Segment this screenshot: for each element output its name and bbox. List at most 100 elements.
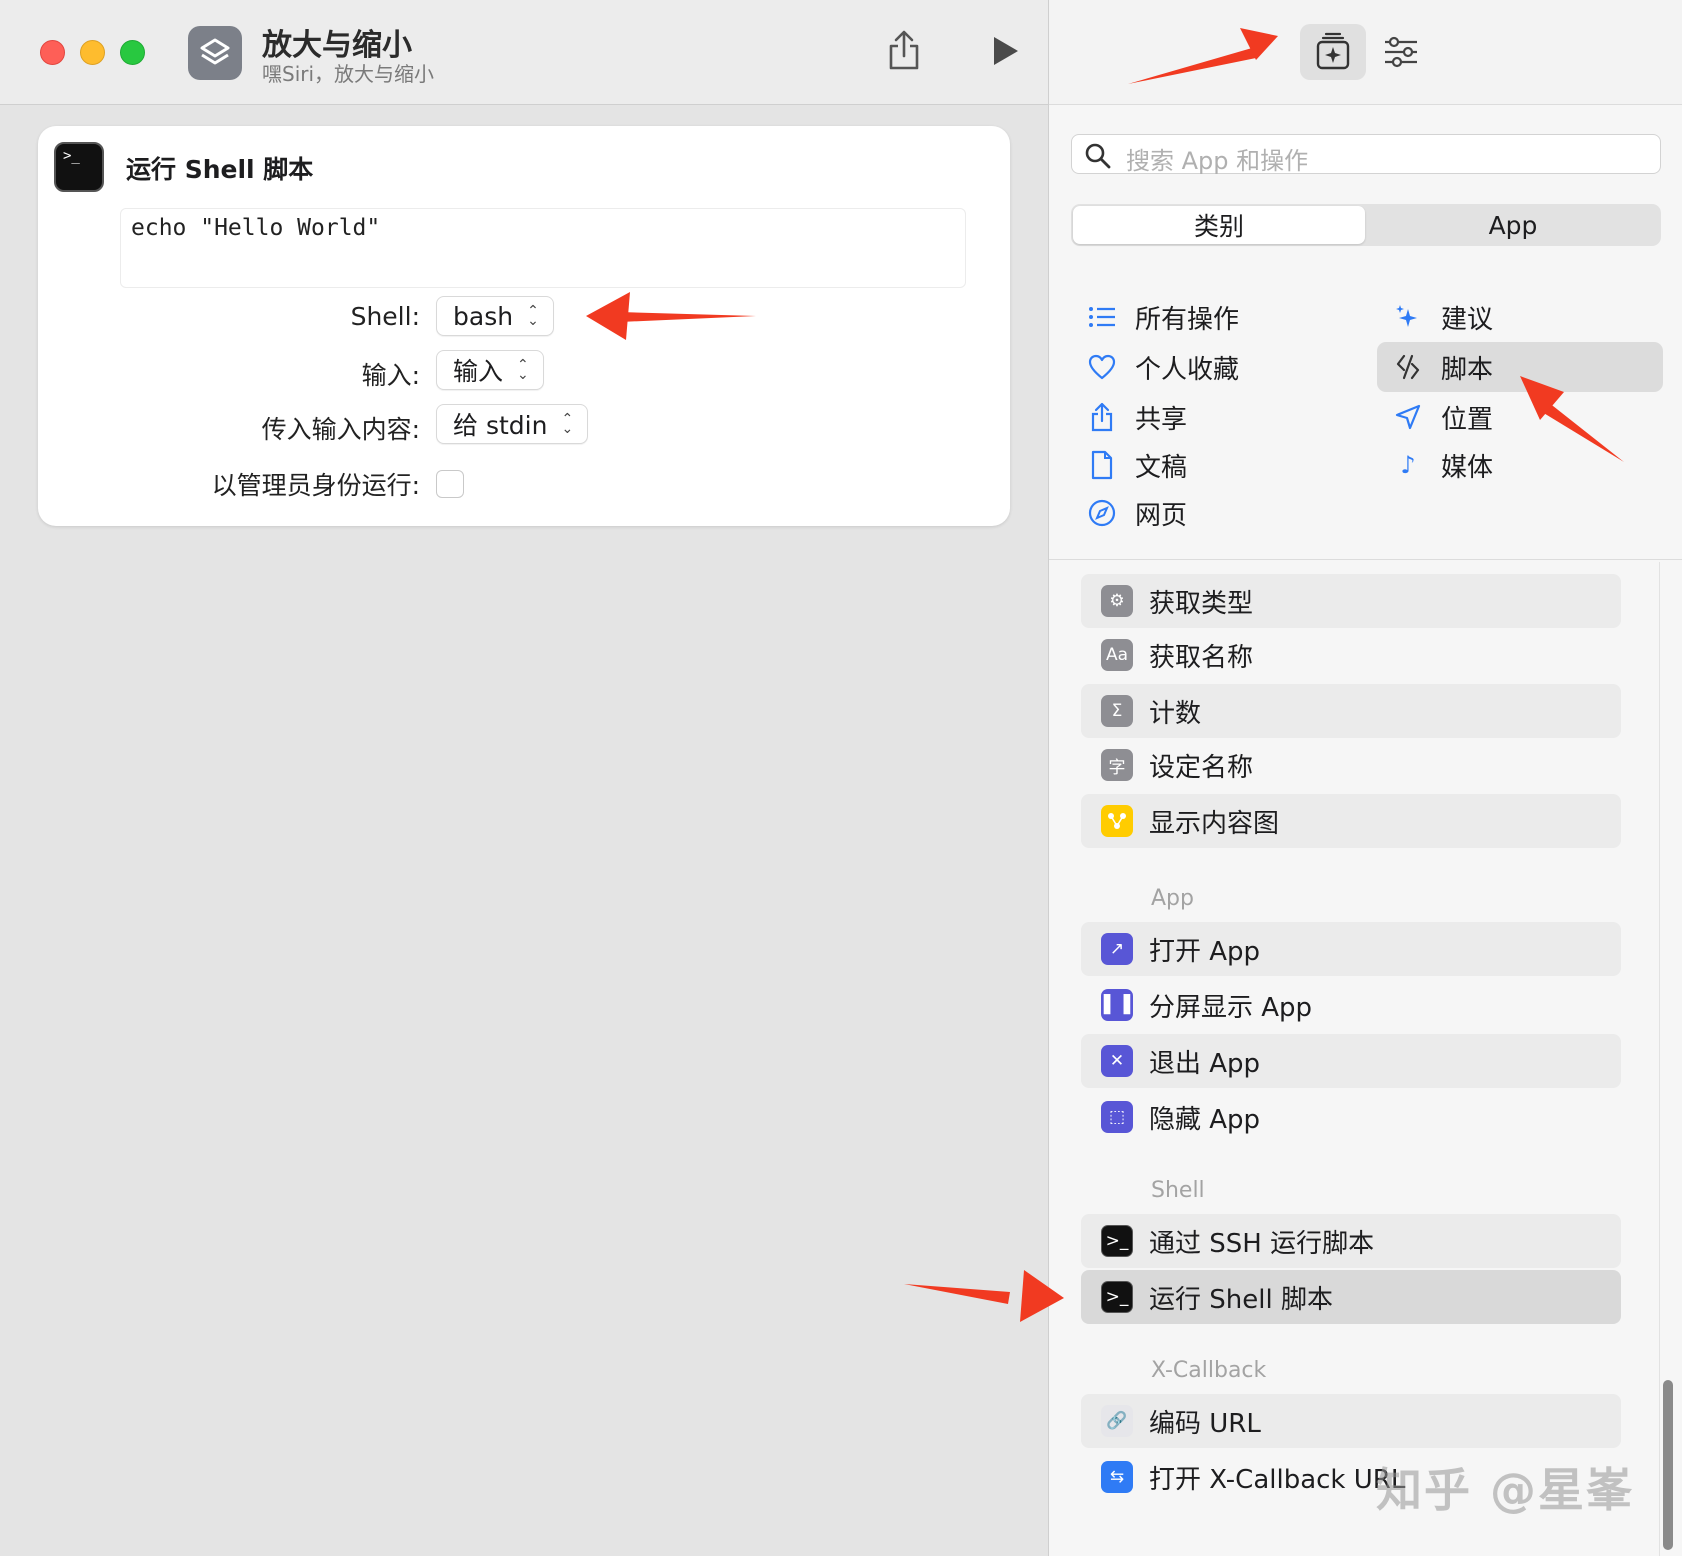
action-label: 打开 App	[1149, 936, 1261, 967]
category-label: 所有操作	[1135, 304, 1240, 335]
action-show-content-graph[interactable]: 显示内容图	[1081, 794, 1621, 848]
sigma-icon: Σ	[1101, 695, 1133, 727]
share-button[interactable]	[886, 28, 922, 72]
category-label: 个人收藏	[1135, 354, 1240, 385]
action-label: 通过 SSH 运行脚本	[1149, 1228, 1375, 1259]
input-popup[interactable]: 输入 ⌃ ⌄	[436, 350, 544, 390]
action-label: 设定名称	[1149, 752, 1254, 783]
action-label: 隐藏 App	[1149, 1104, 1261, 1135]
minimize-window-button[interactable]	[80, 40, 105, 65]
library-segmented-control: 类别 App	[1071, 204, 1661, 246]
action-open-app[interactable]: ↗ 打开 App	[1081, 922, 1621, 976]
category-location[interactable]: 位置	[1391, 392, 1643, 442]
share-icon	[1085, 400, 1119, 434]
input-label: 输入:	[361, 361, 420, 390]
script-icon	[1391, 350, 1425, 384]
section-header-shell: Shell	[1151, 1178, 1205, 1203]
run-button[interactable]	[988, 34, 1022, 68]
action-label: 获取名称	[1149, 642, 1254, 673]
action-set-name[interactable]: 字 设定名称	[1081, 738, 1621, 792]
action-library-button[interactable]	[1300, 24, 1366, 80]
pass-input-value: 给 stdin	[453, 411, 548, 440]
action-hide-app[interactable]: ⬚ 隐藏 App	[1081, 1090, 1621, 1144]
action-quit-app[interactable]: ✕ 退出 App	[1081, 1034, 1621, 1088]
shell-value: bash	[453, 301, 514, 331]
document-icon	[1085, 448, 1119, 482]
scrollbar-thumb[interactable]	[1663, 1380, 1673, 1550]
category-grid: 所有操作 个人收藏 共享 文稿 网页 建议 脚本 位置 ♪ 媒体	[1049, 270, 1682, 560]
details-button[interactable]	[1379, 30, 1423, 74]
list-icon	[1085, 300, 1119, 334]
pass-input-popup[interactable]: 给 stdin ⌃ ⌄	[436, 404, 589, 444]
chevron-updown-icon: ⌃ ⌄	[527, 303, 539, 329]
open-app-icon: ↗	[1101, 933, 1133, 965]
title-bar: 放大与缩小 嘿Siri，放大与缩小	[0, 0, 1048, 105]
chevron-updown-icon: ⌃ ⌄	[561, 411, 574, 437]
run-as-admin-label: 以管理员身份运行:	[211, 471, 420, 500]
category-documents[interactable]: 文稿	[1085, 440, 1345, 490]
share-icon	[889, 30, 919, 70]
shell-label: Shell:	[350, 302, 420, 331]
x-callback-icon: ⇆	[1101, 1461, 1133, 1493]
category-all-actions[interactable]: 所有操作	[1085, 292, 1345, 342]
action-get-type[interactable]: ⚙ 获取类型	[1081, 574, 1621, 628]
action-encode-url[interactable]: 🔗 编码 URL	[1081, 1394, 1621, 1448]
shortcuts-app-icon[interactable]	[188, 26, 242, 80]
scroll-track	[1659, 562, 1660, 1556]
run-as-admin-checkbox[interactable]	[436, 470, 464, 498]
split-screen-icon: ▌▐	[1101, 989, 1133, 1021]
chevron-updown-icon: ⌃ ⌄	[517, 357, 529, 383]
input-value: 输入	[453, 357, 504, 386]
library-sparkle-icon	[1316, 32, 1350, 70]
text-aa-icon: Aa	[1101, 639, 1133, 671]
action-label: 退出 App	[1149, 1048, 1261, 1079]
action-label: 显示内容图	[1149, 808, 1280, 839]
action-run-script-over-ssh[interactable]: >_ 通过 SSH 运行脚本	[1081, 1214, 1621, 1268]
shell-popup[interactable]: bash ⌃ ⌄	[436, 296, 554, 336]
section-header-app: App	[1151, 886, 1194, 911]
terminal-icon: >_	[1101, 1225, 1133, 1257]
category-scripting[interactable]: 脚本	[1377, 342, 1663, 392]
play-icon	[994, 37, 1018, 65]
category-suggestions[interactable]: 建议	[1391, 292, 1643, 342]
link-icon: 🔗	[1101, 1405, 1133, 1437]
action-get-name[interactable]: Aa 获取名称	[1081, 628, 1621, 682]
terminal-icon: >_	[54, 142, 104, 192]
action-split-screen-app[interactable]: ▌▐ 分屏显示 App	[1081, 978, 1621, 1032]
run-shell-script-action[interactable]: >_ 运行 Shell 脚本 echo "Hello World" Shell:…	[38, 126, 1010, 526]
category-label: 位置	[1441, 404, 1494, 435]
heart-icon	[1085, 350, 1119, 384]
action-label: 计数	[1149, 698, 1202, 729]
search-placeholder: 搜索 App 和操作	[1126, 147, 1309, 175]
category-favorites[interactable]: 个人收藏	[1085, 342, 1345, 392]
action-label: 打开 X-Callback URL	[1149, 1464, 1406, 1495]
action-title: 运行 Shell 脚本	[126, 155, 314, 184]
segment-apps[interactable]: App	[1367, 206, 1659, 244]
close-window-button[interactable]	[40, 40, 65, 65]
sparkles-icon	[1391, 300, 1425, 334]
watermark: 知乎 @星峯	[1376, 1463, 1635, 1517]
action-label: 编码 URL	[1149, 1408, 1261, 1439]
gear-icon: ⚙	[1101, 585, 1133, 617]
action-label: 分屏显示 App	[1149, 992, 1313, 1023]
search-field[interactable]: 搜索 App 和操作	[1071, 134, 1661, 175]
hide-app-icon: ⬚	[1101, 1101, 1133, 1133]
action-count[interactable]: Σ 计数	[1081, 684, 1621, 738]
graph-icon	[1101, 805, 1133, 837]
category-media[interactable]: ♪ 媒体	[1391, 440, 1643, 490]
action-run-shell-script[interactable]: >_ 运行 Shell 脚本	[1081, 1270, 1621, 1324]
location-icon	[1391, 400, 1425, 434]
script-editor[interactable]: echo "Hello World"	[120, 208, 966, 288]
action-list: ⚙ 获取类型 Aa 获取名称 Σ 计数 字 设定名称 显示内容图 App ↗ 打…	[1049, 562, 1682, 1556]
category-web[interactable]: 网页	[1085, 488, 1345, 538]
category-sharing[interactable]: 共享	[1085, 392, 1345, 442]
workflow-editor: 放大与缩小 嘿Siri，放大与缩小 >_ 运行 Shell 脚本 echo "H…	[0, 0, 1048, 1556]
action-library-panel: 搜索 App 和操作 类别 App 所有操作 个人收藏 共享 文稿 网页 建议 …	[1048, 0, 1682, 1556]
segment-categories[interactable]: 类别	[1073, 206, 1365, 244]
category-label: 媒体	[1441, 452, 1494, 483]
section-header-x-callback: X-Callback	[1151, 1358, 1267, 1383]
zoom-window-button[interactable]	[120, 40, 145, 65]
sliders-icon	[1385, 36, 1417, 68]
category-label: 共享	[1135, 404, 1188, 435]
library-toolbar	[1049, 0, 1682, 105]
